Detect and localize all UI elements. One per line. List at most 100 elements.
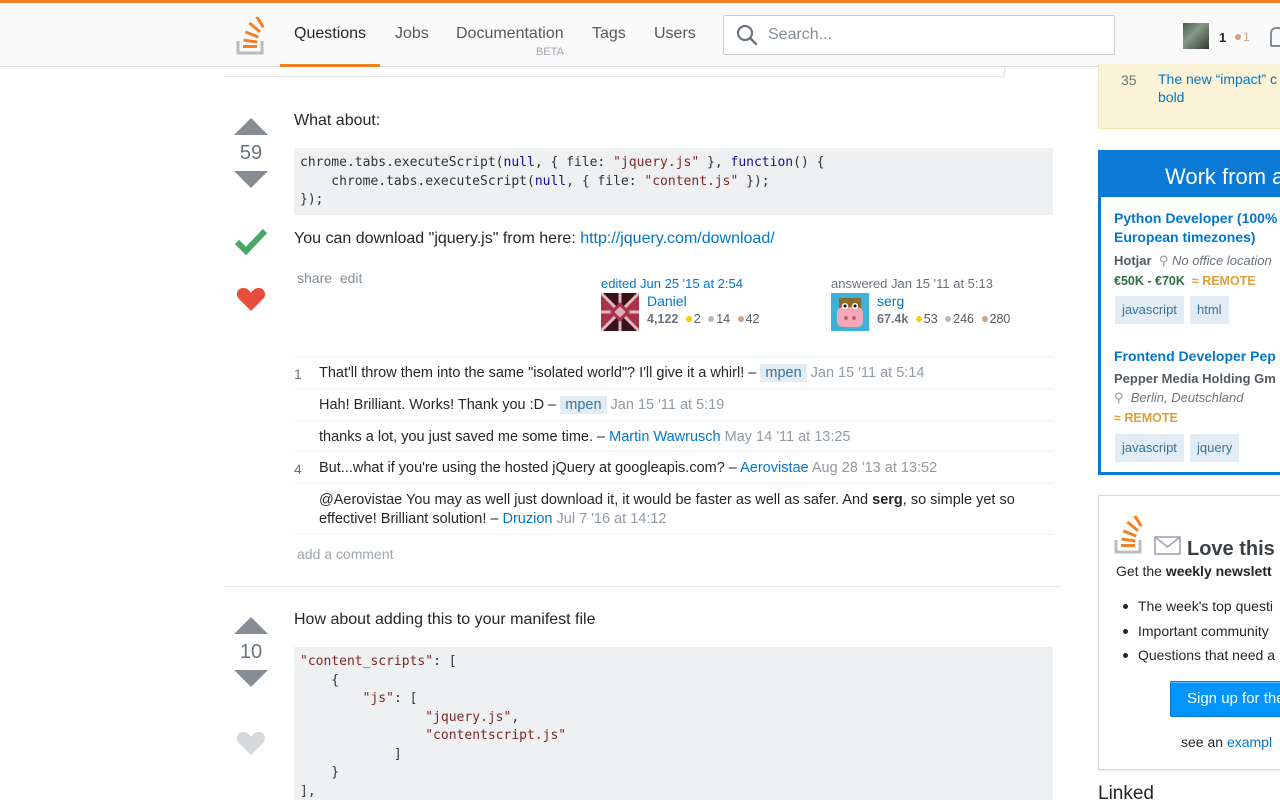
list-item: The week's top questi	[1121, 594, 1275, 619]
wifi-icon: ≈	[1191, 274, 1199, 288]
comment-user[interactable]: mpen	[760, 364, 807, 382]
download-text: You can download "jquery.js" from here: …	[294, 230, 775, 247]
comment-date[interactable]: May 14 '11 at 13:25	[725, 429, 851, 445]
download-link[interactable]: http://jquery.com/download/	[580, 230, 774, 247]
divider	[1004, 67, 1005, 77]
job-company: Hotjar ⚲ No office location	[1114, 253, 1272, 268]
comment-date[interactable]: Jan 15 '11 at 5:14	[811, 365, 925, 381]
comment-user[interactable]: Martin Wawrusch	[609, 429, 720, 445]
jobs-widget-title[interactable]: Work from a	[1101, 153, 1280, 197]
code-block: chrome.tabs.executeScript(null, { file: …	[294, 148, 1053, 215]
edit-link[interactable]: edit	[340, 270, 363, 286]
editor-reputation: 4,122 2 14 42	[647, 312, 760, 326]
comment-text: @Aerovistae You may as well just downloa…	[319, 492, 1015, 527]
location-pin-icon: ⚲	[1158, 253, 1169, 268]
favorite-heart-icon[interactable]	[236, 286, 266, 312]
jobs-widget: Work from a Python Developer (100% Europe…	[1098, 150, 1280, 475]
tag-jquery[interactable]: jquery	[1190, 434, 1240, 462]
job-remote: ≈ REMOTE	[1114, 411, 1178, 425]
share-link[interactable]: share	[297, 270, 332, 286]
answerer-reputation: 67.4k 53 246 280	[877, 312, 1011, 326]
comment-user[interactable]: Aerovistae	[740, 460, 809, 476]
code-line: }	[300, 765, 340, 780]
location-pin-icon: ⚲	[1114, 390, 1124, 405]
code-line: "js": [	[362, 691, 418, 706]
answer-intro: What about:	[294, 112, 381, 129]
user-avatar[interactable]	[1183, 23, 1209, 49]
accepted-checkmark-icon	[234, 228, 268, 255]
list-item: Important community	[1121, 619, 1275, 644]
editor-name[interactable]: Daniel	[647, 293, 687, 309]
newsletter-signup-button[interactable]: Sign up for the	[1170, 681, 1280, 717]
nav-users[interactable]: Users	[654, 25, 696, 67]
answerer-avatar[interactable]	[831, 293, 869, 331]
code-line: });	[300, 192, 324, 207]
comment: 1 That'll throw them into the same "isol…	[294, 356, 1053, 388]
inbox-icon[interactable]	[1270, 27, 1280, 47]
top-bar: Questions Jobs Documentation BETA Tags U…	[0, 0, 1280, 67]
newsletter-title: Love this	[1187, 538, 1275, 560]
comment: Hah! Brilliant. Works! Thank you :D – mp…	[294, 388, 1053, 420]
comment-date[interactable]: Aug 28 '13 at 13:52	[812, 460, 937, 476]
nav-tags[interactable]: Tags	[592, 25, 626, 67]
search-input[interactable]	[768, 24, 1098, 46]
wifi-icon: ≈	[1114, 411, 1121, 425]
code-line: {	[300, 672, 340, 688]
comment: 4 But...what if you're using the hosted …	[294, 451, 1053, 483]
comment-text: But...what if you're using the hosted jQ…	[319, 460, 938, 476]
comment-text: Hah! Brilliant. Works! Thank you :D – mp…	[319, 396, 725, 414]
featured-meta-box: 35 The new “impact” c bold	[1098, 64, 1280, 129]
newsletter-box: Love this Get the weekly newslett The we…	[1098, 495, 1280, 770]
job-salary: €50K - €70K ≈ REMOTE	[1114, 274, 1256, 288]
stackoverflow-logo-icon[interactable]	[236, 17, 268, 55]
editor-avatar[interactable]	[601, 293, 639, 331]
comment-user[interactable]: Druzion	[503, 511, 553, 527]
code-line: chrome.tabs.executeScript(null, { file: …	[300, 155, 825, 170]
tag-html[interactable]: html	[1190, 296, 1229, 324]
user-reputation[interactable]: 1	[1219, 30, 1226, 45]
comment-score: 1	[294, 366, 302, 382]
list-item: Questions that need a	[1121, 643, 1275, 668]
nav-questions[interactable]: Questions	[280, 25, 381, 67]
job-title[interactable]: Python Developer (100% European timezones…	[1114, 209, 1277, 247]
downvote-arrow-icon[interactable]	[234, 171, 268, 188]
tag-javascript[interactable]: javascript	[1115, 296, 1184, 324]
newsletter-subtitle: Get the weekly newslett	[1116, 563, 1272, 579]
job-remote: ≈ REMOTE	[1191, 274, 1256, 288]
vote-cell: 59	[231, 118, 271, 188]
comment-date[interactable]: Jul 7 '16 at 14:12	[557, 511, 667, 527]
add-comment-link[interactable]: add a comment	[297, 546, 394, 562]
newsletter-features: The week's top questi Important communit…	[1121, 594, 1275, 668]
documentation-beta-badge: BETA	[536, 46, 564, 58]
comment: thanks a lot, you just saved me some tim…	[294, 420, 1053, 452]
newsletter-example-link[interactable]: exampl	[1227, 734, 1272, 750]
code-line: "contentscript.js"	[425, 728, 567, 743]
search-icon	[736, 24, 758, 46]
upvote-arrow-icon[interactable]	[234, 617, 268, 634]
comment-date[interactable]: Jan 15 '11 at 5:19	[611, 397, 725, 413]
vote-count: 10	[239, 641, 263, 663]
tag-javascript[interactable]: javascript	[1115, 434, 1184, 462]
code-line: chrome.tabs.executeScript(null, { file: …	[300, 173, 770, 189]
comment-text: That'll throw them into the same "isolat…	[319, 364, 925, 382]
code-line: "jquery.js",	[425, 709, 520, 725]
nav-jobs[interactable]: Jobs	[395, 25, 429, 67]
linked-section-title: Linked	[1098, 783, 1154, 800]
featured-count: 35	[1121, 72, 1137, 88]
downvote-arrow-icon[interactable]	[234, 670, 268, 687]
job-title[interactable]: Frontend Developer Pep	[1114, 347, 1276, 366]
vote-cell: 10	[231, 617, 271, 687]
answerer-signature: answered Jan 15 '11 at 5:13 serg 67.4k 5…	[831, 276, 1031, 331]
upvote-arrow-icon[interactable]	[234, 118, 268, 135]
post-menu: share edit	[297, 270, 362, 286]
featured-link[interactable]: The new “impact” c bold	[1158, 70, 1280, 106]
answer-intro: How about adding this to your manifest f…	[294, 611, 596, 628]
comment-user[interactable]: mpen	[560, 396, 607, 414]
search-box[interactable]	[723, 15, 1115, 55]
user-bronze-badges[interactable]: 1	[1235, 30, 1250, 44]
favorite-heart-icon[interactable]	[236, 730, 266, 756]
divider	[224, 76, 1004, 77]
answered-date: answered Jan 15 '11 at 5:13	[831, 276, 993, 291]
answerer-name[interactable]: serg	[877, 293, 904, 309]
edited-date[interactable]: edited Jun 25 '15 at 2:54	[601, 276, 801, 291]
